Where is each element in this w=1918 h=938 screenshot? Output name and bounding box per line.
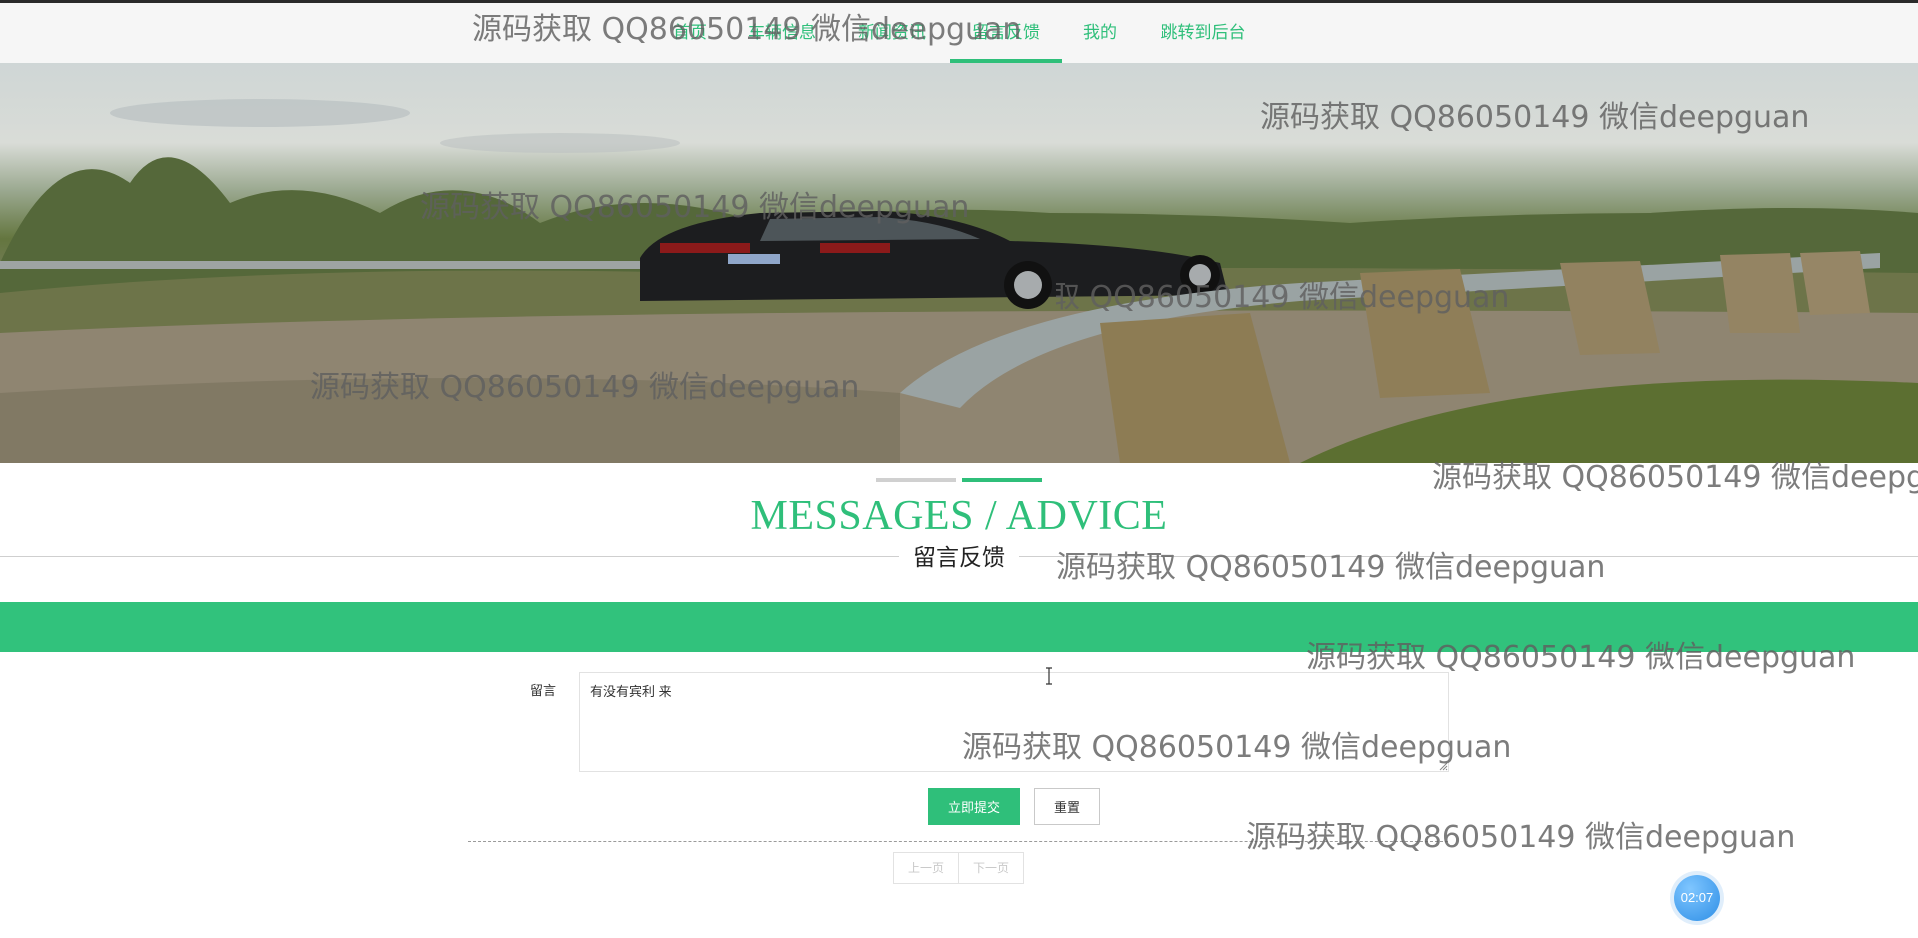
carousel-dot-1[interactable] xyxy=(876,478,956,482)
section-subtitle: 留言反馈 xyxy=(899,540,1019,574)
recording-timer-badge: 02:07 xyxy=(1674,875,1720,921)
reset-button[interactable]: 重置 xyxy=(1034,788,1100,825)
carousel-dot-2[interactable] xyxy=(962,478,1042,482)
next-page-button[interactable]: 下一页 xyxy=(959,852,1025,884)
pagination: 上一页 下一页 xyxy=(893,852,1025,884)
nav-item-news[interactable]: 新闻资讯 xyxy=(854,3,930,63)
nav-item-vehicles[interactable]: 车辆信息 xyxy=(744,3,820,63)
dotted-divider xyxy=(468,841,1448,842)
nav-item-feedback[interactable]: 留言反馈 xyxy=(950,3,1062,63)
section-title: MESSAGES / ADVICE xyxy=(750,493,1168,539)
resize-handle-icon[interactable] xyxy=(1438,761,1448,771)
message-textarea[interactable]: 有没有宾利 来 xyxy=(579,672,1449,772)
hero-banner xyxy=(0,63,1918,463)
text-cursor-icon xyxy=(1046,667,1052,685)
nav-item-admin[interactable]: 跳转到后台 xyxy=(1156,3,1250,63)
nav-item-mine[interactable]: 我的 xyxy=(1080,3,1120,63)
watermark-text: 源码获取 QQ86050149 微信deepguan xyxy=(1246,820,1796,855)
top-nav: 首页 车辆信息 新闻资讯 留言反馈 我的 跳转到后台 xyxy=(0,3,1918,63)
banner-image xyxy=(0,99,1918,463)
nav-item-home[interactable]: 首页 xyxy=(668,3,712,63)
section-band xyxy=(0,602,1918,652)
watermark-text: 源码获取 QQ86050149 微信deepguan xyxy=(1056,550,1606,585)
submit-button[interactable]: 立即提交 xyxy=(928,788,1020,825)
message-label: 留言 xyxy=(530,683,557,698)
prev-page-button[interactable]: 上一页 xyxy=(893,852,960,884)
